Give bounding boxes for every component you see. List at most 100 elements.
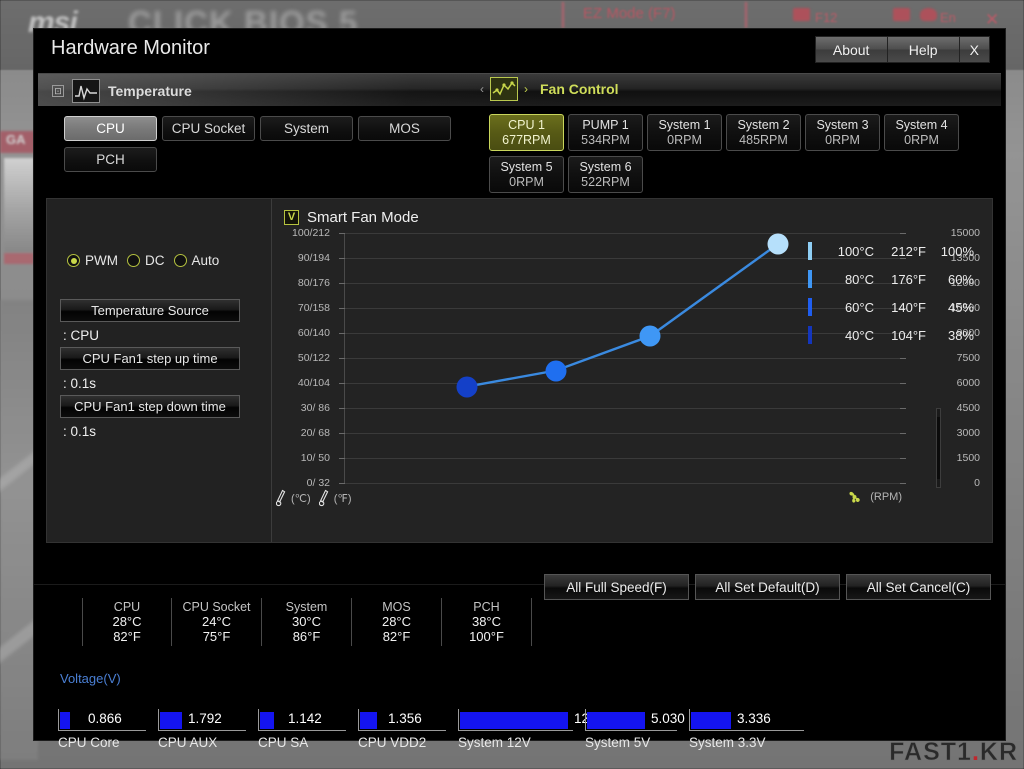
voltage-value: 5.030 (651, 711, 685, 726)
legend-color-swatch (808, 326, 812, 344)
fan-rpm: 0RPM (667, 132, 702, 147)
voltage-label: CPU Core (58, 735, 120, 750)
fan-button-cpu-1[interactable]: CPU 1 677RPM (489, 114, 564, 151)
temperature-section-label: Temperature (108, 83, 192, 99)
chart-y-tick-label: 70/158 (297, 302, 330, 314)
legend-fahrenheit: 212°F (891, 243, 926, 259)
temperature-source-button[interactable]: Temperature Source (60, 299, 240, 322)
voltage-value: 3.336 (737, 711, 771, 726)
voltage-readout: 3.336 System 3.3V (689, 709, 816, 755)
legend-celsius: 40°C (844, 327, 874, 343)
fan-button-system-3[interactable]: System 3 0RPM (805, 114, 880, 151)
smart-fan-mode-toggle[interactable]: V Smart Fan Mode (284, 209, 419, 226)
voltage-gauge-fill (60, 712, 70, 729)
chart-y-tick-label: 90/194 (297, 252, 330, 264)
temp-readout-cpu-socket: CPU Socket 24°C 75°F (172, 598, 262, 646)
close-button[interactable]: X (958, 36, 990, 63)
legend-row: 60°C 140°F 45% (808, 293, 988, 321)
chart-tick-right (900, 433, 906, 434)
radio-dot-icon[interactable] (173, 254, 187, 267)
step-down-time-setting: CPU Fan1 step down time : 0.1s (60, 395, 240, 439)
chevron-right-icon[interactable]: › (524, 82, 528, 96)
temp-celsius: 38°C (471, 614, 502, 629)
smart-fan-mode-label: Smart Fan Mode (307, 209, 419, 226)
voltage-gauge (458, 709, 573, 731)
cpu-fan1-step-up-time-button[interactable]: CPU Fan1 step up time (60, 347, 240, 370)
voltage-gauge-fill (360, 712, 377, 729)
chart-rpm-tick-label: 1500 (956, 452, 980, 464)
about-button[interactable]: About (814, 36, 887, 63)
help-button[interactable]: Help (886, 36, 959, 63)
voltage-readout-row: 0.866 CPU Core 1.792 CPU AUX 1.142 CPU SA 1.35… (58, 709, 1005, 755)
temp-label: CPU (113, 600, 141, 614)
chart-y-tick-label: 0/ 32 (306, 477, 330, 489)
radio-auto[interactable]: Auto (173, 253, 219, 268)
all-full-speed-button[interactable]: All Full Speed(F) (544, 574, 689, 600)
radio-label: PWM (85, 253, 118, 268)
celsius-unit-label: (℃) (291, 492, 311, 505)
chart-tick-left (339, 483, 345, 484)
radio-dc[interactable]: DC (127, 253, 165, 268)
temp-celsius: 28°C (112, 614, 142, 629)
cpu-fan1-step-down-time-button[interactable]: CPU Fan1 step down time (60, 395, 240, 418)
voltage-label: System 5V (585, 735, 651, 750)
temp-source-system[interactable]: System (260, 116, 353, 141)
cpu-fan1-step-down-time-value: : 0.1s (63, 424, 97, 439)
radio-dot-icon[interactable] (127, 254, 140, 267)
fan-rpm: 485RPM (739, 132, 788, 147)
fan-curve-point-60c[interactable] (545, 360, 567, 381)
fan-button-system-1[interactable]: System 1 0RPM (647, 114, 722, 151)
legend-color-swatch (808, 242, 812, 260)
legend-fahrenheit: 140°F (891, 299, 926, 315)
fan-button-system-4[interactable]: System 4 0RPM (884, 114, 959, 151)
temp-source-mos[interactable]: MOS (358, 116, 451, 141)
temp-source-pch[interactable]: PCH (64, 147, 157, 172)
chart-axis-footer: (℃) (℉) (RPM) (272, 489, 902, 511)
legend-fahrenheit: 104°F (891, 327, 926, 343)
temp-label: System (285, 600, 328, 614)
temp-label: CPU Socket (182, 600, 251, 614)
voltage-label: System 12V (458, 735, 531, 750)
all-set-cancel-button[interactable]: All Set Cancel(C) (846, 574, 991, 600)
fan-curve-point-80c[interactable] (639, 325, 661, 347)
voltage-value: 1.142 (288, 711, 322, 726)
legend-celsius: 80°C (844, 271, 874, 287)
fan-control-section-label: Fan Control (540, 81, 619, 97)
fan-curve-point-100c[interactable] (767, 233, 789, 255)
chevron-left-icon[interactable]: ‹ (480, 82, 484, 96)
voltage-value: 0.866 (88, 711, 122, 726)
chart-scrollbar[interactable] (936, 408, 941, 488)
fan-button-pump-1[interactable]: PUMP 1 534RPM (568, 114, 643, 151)
fan-action-button-group: All Full Speed(F) All Set Default(D) All… (544, 574, 991, 600)
temp-source-cpu-socket[interactable]: CPU Socket (162, 116, 255, 141)
fan-button-system-6[interactable]: System 6 522RPM (568, 156, 643, 193)
fan-control-section-header[interactable]: ‹ › Fan Control (480, 77, 619, 101)
cpu-fan1-step-up-time-value: : 0.1s (63, 376, 97, 391)
chart-rpm-tick-label: 0 (974, 477, 980, 489)
fan-curve-legend: 100°C 212°F 100% 80°C 176°F 60% 60°C 140°F 45% 40… (808, 237, 988, 349)
temp-readout-system: System 30°C 86°F (262, 598, 352, 646)
radio-pwm[interactable]: PWM (67, 253, 118, 268)
temperature-section-header[interactable]: ⊡ Temperature (52, 79, 192, 103)
temp-source-cpu[interactable]: CPU (64, 116, 157, 141)
all-set-default-button[interactable]: All Set Default(D) (695, 574, 840, 600)
temp-readout-mos: MOS 28°C 82°F (352, 598, 442, 646)
site-watermark: FAST1.KR (889, 738, 1018, 767)
collapse-checkbox-icon[interactable]: ⊡ (52, 85, 64, 97)
fan-curve-point-40c[interactable] (456, 376, 478, 398)
legend-color-swatch (808, 298, 812, 316)
fan-button-system-5[interactable]: System 5 0RPM (489, 156, 564, 193)
chart-tick-right (900, 358, 906, 359)
voltage-label: CPU VDD2 (358, 735, 427, 750)
smart-fan-mode-checkbox[interactable]: V (284, 210, 299, 225)
radio-dot-icon[interactable] (67, 254, 80, 267)
chart-rpm-tick-label: 3000 (956, 427, 980, 439)
chart-y-tick-label: 60/140 (297, 327, 330, 339)
voltage-readout: 1.356 CPU VDD2 (358, 709, 458, 755)
fan-curve-panel: PWM DC Auto Temperature Source : CPU CPU… (46, 198, 993, 543)
fan-name: CPU 1 (508, 118, 545, 133)
selector-panel: CPU CPU Socket System MOS PCH CPU 1 677R… (34, 106, 1005, 198)
chart-scrollbar-thumb[interactable] (937, 417, 940, 479)
fan-button-system-2[interactable]: System 2 485RPM (726, 114, 801, 151)
temp-readout-cpu: CPU 28°C 82°F (82, 598, 172, 646)
